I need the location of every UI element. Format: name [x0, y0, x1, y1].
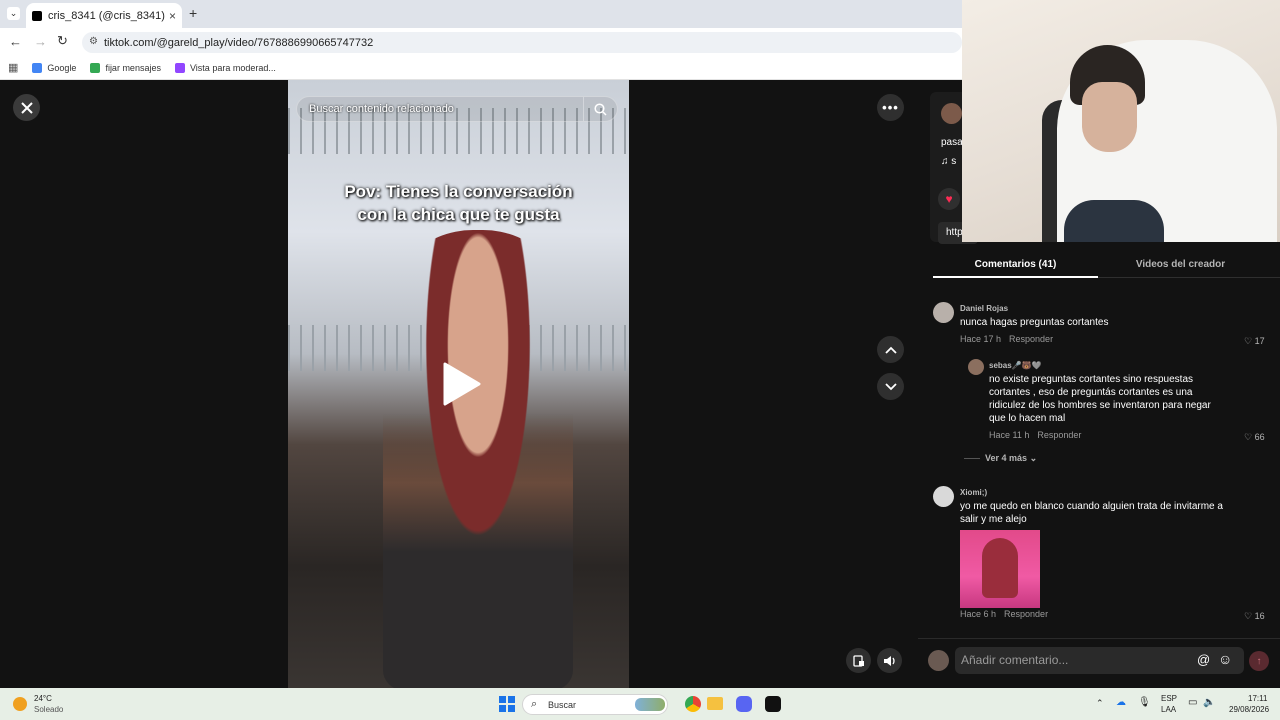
chevron-down-icon: ⌄	[1029, 453, 1038, 463]
related-search-input[interactable]: Buscar contenido relacionado	[296, 96, 618, 122]
volume-button[interactable]	[877, 648, 902, 673]
url-field[interactable]: ⚙ tiktok.com/@gareld_play/video/76788869…	[82, 32, 962, 53]
search-highlight-image	[635, 698, 665, 711]
bookmarks-bar: ▦ Google fijar mensajes Vista para moder…	[0, 56, 962, 80]
message-icon	[90, 62, 101, 73]
close-video-button[interactable]	[13, 94, 40, 121]
site-info-icon[interactable]: ⚙	[89, 36, 98, 47]
taskbar-search[interactable]: ⌕ Buscar	[522, 694, 668, 715]
new-tab-button[interactable]: +	[189, 5, 197, 21]
back-arrow-icon[interactable]: ←	[9, 34, 22, 49]
creator-avatar[interactable]	[941, 103, 962, 124]
bookmark-fijar-mensajes[interactable]: fijar mensajes	[90, 62, 161, 73]
play-button[interactable]	[441, 362, 481, 411]
comment-input[interactable]: Añadir comentario... @ ☺	[955, 647, 1244, 674]
video-person	[383, 230, 573, 688]
chevron-up-icon	[884, 346, 897, 354]
comment-username[interactable]: Xiomi;)	[960, 488, 987, 497]
video-caption: Pov: Tienes la conversación con la chica…	[344, 182, 573, 224]
heart-icon: ♥	[945, 192, 953, 206]
picture-in-picture-icon	[852, 654, 864, 667]
chevron-down-icon	[884, 382, 897, 390]
comment-like[interactable]: ♡ 16	[1244, 611, 1265, 622]
comment-image-sticker[interactable]	[960, 530, 1040, 608]
avatar[interactable]	[933, 302, 954, 323]
forward-arrow-icon[interactable]: →	[34, 34, 47, 49]
next-video-button[interactable]	[877, 373, 904, 400]
clock-time[interactable]: 17:11	[1248, 694, 1267, 703]
weather-status[interactable]: Soleado	[34, 705, 63, 714]
url-text: tiktok.com/@gareld_play/video/7678886990…	[104, 36, 374, 49]
browser-tab-active[interactable]: cris_8341 (@cris_8341) | TikTok ×	[26, 3, 182, 28]
sun-icon	[13, 697, 27, 711]
clock-date[interactable]: 29/08/2026	[1229, 705, 1269, 714]
send-comment-button[interactable]: ↑	[1249, 651, 1269, 671]
twitch-icon	[174, 62, 185, 73]
arrow-up-icon: ↑	[1256, 655, 1262, 667]
reply-button[interactable]: Responder	[1037, 430, 1081, 440]
microphone-icon[interactable]: 🎙	[1138, 697, 1151, 708]
close-tab-icon[interactable]: ×	[169, 9, 176, 23]
bookmark-google[interactable]: Google	[32, 62, 76, 73]
search-icon[interactable]	[583, 97, 617, 121]
input-language-variant[interactable]: LAA	[1161, 705, 1176, 714]
show-hidden-icons[interactable]: ⌃	[1096, 698, 1104, 709]
emoji-icon[interactable]: ☺	[1218, 651, 1232, 667]
comment-username[interactable]: sebas🎤🐻🩶	[989, 361, 1042, 370]
play-icon	[443, 362, 481, 406]
tiktok-app-icon[interactable]	[765, 696, 781, 712]
comment-like[interactable]: ♡ 66	[1244, 432, 1265, 443]
network-icon[interactable]: ▭	[1188, 697, 1197, 708]
reload-icon[interactable]: ↻	[57, 33, 68, 49]
input-language[interactable]: ESP	[1161, 694, 1177, 703]
browser-tab-strip: ⌄ cris_8341 (@cris_8341) | TikTok × +	[0, 0, 962, 28]
webcam-overlay	[962, 0, 1280, 242]
more-dots-icon: •••	[882, 100, 899, 115]
bookmark-vista-moderador[interactable]: Vista para moderad...	[174, 62, 276, 73]
tab-title: cris_8341 (@cris_8341) | TikTok	[48, 9, 169, 22]
discord-icon[interactable]	[736, 696, 752, 712]
google-icon	[32, 62, 43, 73]
comment-text: yo me quedo en blanco cuando alguien tra…	[960, 501, 1223, 525]
hoodie-logo	[1064, 200, 1164, 242]
panel-tabs: Comentarios (41) Videos del creador	[933, 250, 1280, 278]
tiktok-favicon-icon	[32, 10, 42, 21]
video-description: pasa	[941, 137, 963, 148]
comment-username[interactable]: Daniel Rojas	[960, 304, 1008, 313]
chrome-icon[interactable]	[685, 696, 701, 712]
speaker-icon[interactable]: 🔈	[1203, 697, 1215, 708]
view-more-replies[interactable]: Ver 4 más ⌄	[964, 453, 1037, 464]
comment-meta: Hace 6 h Responder	[960, 609, 1049, 619]
music-info[interactable]: ♫ s	[941, 156, 956, 167]
cloud-icon[interactable]: ☁	[1116, 697, 1126, 708]
streamer-face	[1082, 82, 1137, 152]
reply-button[interactable]: Responder	[1009, 334, 1053, 344]
pip-button[interactable]	[846, 648, 871, 673]
tab-search-button[interactable]: ⌄	[7, 7, 20, 20]
avatar[interactable]	[968, 359, 984, 375]
comment-text: nunca hagas preguntas cortantes	[960, 317, 1109, 328]
temperature[interactable]: 24°C	[34, 694, 52, 703]
more-options-button[interactable]: •••	[877, 94, 904, 121]
comment-like[interactable]: ♡ 17	[1244, 336, 1265, 347]
close-icon	[20, 101, 33, 114]
avatar[interactable]	[933, 486, 954, 507]
tab-creator-videos[interactable]: Videos del creador	[1098, 250, 1263, 270]
apps-grid-icon[interactable]: ▦	[8, 61, 18, 74]
file-explorer-icon[interactable]	[707, 697, 723, 710]
previous-video-button[interactable]	[877, 336, 904, 363]
mention-icon[interactable]: @	[1197, 652, 1210, 667]
comment-meta: Hace 17 h Responder	[960, 334, 1054, 344]
comment-text: no existe preguntas cortantes sino respu…	[989, 374, 1211, 424]
windows-start-icon[interactable]	[499, 696, 515, 712]
reply-button[interactable]: Responder	[1004, 609, 1048, 619]
volume-icon	[883, 655, 895, 666]
tab-comments[interactable]: Comentarios (41)	[933, 250, 1098, 278]
comment-meta: Hace 11 h Responder	[989, 430, 1082, 440]
user-avatar	[928, 650, 949, 671]
search-icon: ⌕	[531, 698, 538, 710]
like-button[interactable]: ♥	[938, 188, 960, 210]
